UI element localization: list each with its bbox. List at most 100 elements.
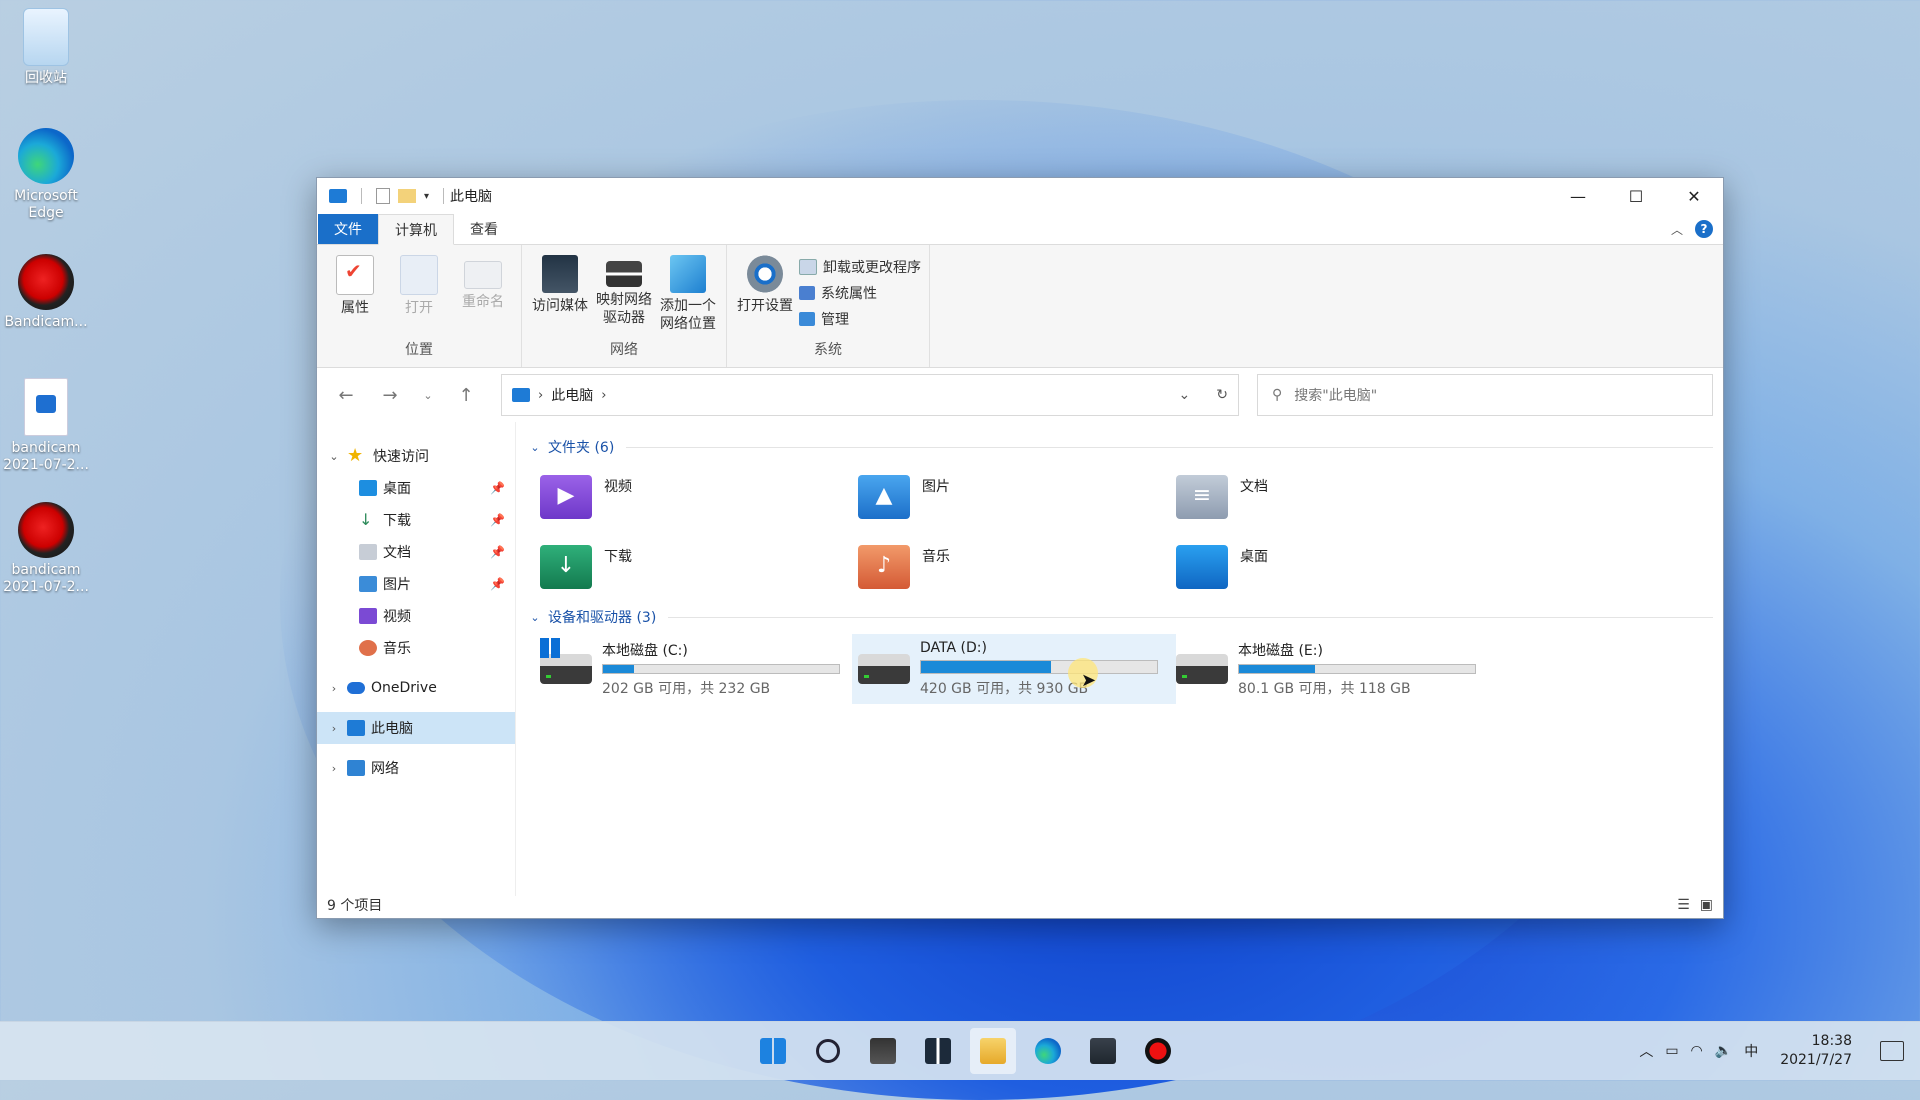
collapse-ribbon-icon[interactable]: ︿	[1671, 221, 1683, 238]
large-icons-view-icon[interactable]: ▣	[1700, 897, 1713, 913]
title-bar[interactable]: ▾ 此电脑 — ☐ ✕	[317, 178, 1723, 214]
task-view-button[interactable]	[860, 1028, 906, 1074]
expanded-chevron-icon[interactable]: ⌄	[327, 450, 341, 463]
collapsed-chevron-icon[interactable]: ›	[327, 722, 341, 735]
folder-videos[interactable]: ▶ 视频	[540, 462, 858, 532]
start-button[interactable]	[750, 1028, 796, 1074]
widgets-icon	[925, 1038, 951, 1064]
add-network-location-button[interactable]: 添加一个网络位置	[658, 251, 718, 335]
taskbar: ︿ ▭ ◠ 🔈 中 18:38 2021/7/27	[0, 1021, 1920, 1080]
minimize-button[interactable]: —	[1549, 178, 1607, 214]
uninstall-program-button[interactable]: 卸载或更改程序	[799, 257, 921, 277]
up-button[interactable]: ↑	[447, 378, 485, 412]
download-icon: ↓	[359, 510, 373, 529]
open-settings-button[interactable]: 打开设置	[735, 251, 795, 335]
nav-desktop[interactable]: 桌面 📌	[317, 472, 515, 504]
volume-icon[interactable]: 🔈	[1715, 1043, 1732, 1059]
bandicam-icon	[18, 254, 74, 310]
battery-icon[interactable]: ▭	[1665, 1043, 1678, 1059]
edge-taskbar-button[interactable]	[1025, 1028, 1071, 1074]
nav-videos[interactable]: 视频	[317, 600, 515, 632]
file-explorer-taskbar-button[interactable]	[970, 1028, 1016, 1074]
wifi-icon[interactable]: ◠	[1691, 1043, 1703, 1059]
recent-locations-button[interactable]: ⌄	[415, 378, 441, 412]
nav-label: 网络	[371, 761, 399, 777]
properties-button[interactable]: 属性	[325, 251, 385, 335]
nav-pictures[interactable]: 图片 📌	[317, 568, 515, 600]
drive-free-space: 420 GB 可用，共 930 GB	[920, 681, 1089, 697]
desktop-icon-bandicam-file-1[interactable]: bandicam 2021-07-2...	[0, 378, 92, 474]
drives-section-header[interactable]: ⌄ 设备和驱动器 (3)	[528, 606, 1713, 628]
tab-view[interactable]: 查看	[454, 214, 514, 244]
open-button[interactable]: 打开	[389, 251, 449, 335]
nav-network[interactable]: › 网络	[317, 752, 515, 784]
drive-e[interactable]: 本地磁盘 (E:) 80.1 GB 可用，共 118 GB	[1176, 634, 1494, 704]
show-hidden-icons-icon[interactable]: ︿	[1639, 1041, 1653, 1061]
folder-pictures[interactable]: ▲ 图片	[858, 462, 1176, 532]
record-icon	[1145, 1038, 1171, 1064]
map-network-drive-button[interactable]: 映射网络驱动器	[594, 251, 654, 335]
details-view-icon[interactable]: ☰	[1677, 897, 1690, 913]
search-box[interactable]: ⚲ 搜索"此电脑"	[1257, 374, 1713, 416]
collapsed-chevron-icon[interactable]: ›	[327, 762, 341, 775]
manage-button[interactable]: 管理	[799, 309, 921, 329]
address-history-dropdown-icon[interactable]: ⌄	[1179, 387, 1191, 403]
drive-c[interactable]: 本地磁盘 (C:) 202 GB 可用，共 232 GB	[540, 634, 858, 704]
forward-button[interactable]: →	[371, 378, 409, 412]
rename-button[interactable]: 重命名	[453, 251, 513, 335]
address-bar[interactable]: › 此电脑 › ⌄ ↻	[501, 374, 1239, 416]
title-divider	[361, 188, 362, 204]
tab-computer[interactable]: 计算机	[378, 214, 454, 245]
system-properties-button[interactable]: 系统属性	[799, 283, 921, 303]
bandicam-taskbar-button[interactable]	[1135, 1028, 1181, 1074]
nav-this-pc[interactable]: › 此电脑	[317, 712, 515, 744]
tab-file[interactable]: 文件	[318, 214, 378, 244]
nav-music[interactable]: 音乐	[317, 632, 515, 664]
close-button[interactable]: ✕	[1665, 178, 1723, 214]
folder-desktop[interactable]: 桌面	[1176, 532, 1494, 602]
desktop-icon-recycle-bin[interactable]: 回收站	[0, 8, 92, 87]
folder-downloads[interactable]: ↓ 下载	[540, 532, 858, 602]
refresh-icon[interactable]: ↻	[1216, 387, 1228, 403]
widgets-button[interactable]	[915, 1028, 961, 1074]
desktop-icon-label: Microsoft Edge	[14, 188, 78, 221]
properties-quick-icon[interactable]	[376, 188, 390, 204]
folders-section-header[interactable]: ⌄ 文件夹 (6)	[528, 436, 1713, 458]
nav-documents[interactable]: 文档 📌	[317, 536, 515, 568]
nav-downloads[interactable]: ↓ 下载 📌	[317, 504, 515, 536]
windows-logo-icon	[540, 638, 560, 658]
folder-music[interactable]: ♪ 音乐	[858, 532, 1176, 602]
desktop-icon-bandicam[interactable]: Bandicam...	[0, 254, 92, 331]
collapsed-chevron-icon[interactable]: ›	[327, 682, 341, 695]
nav-quick-access[interactable]: ⌄ ★ 快速访问	[317, 440, 515, 472]
drive-usage-fill	[921, 661, 1051, 673]
drive-d[interactable]: DATA (D:) 420 GB 可用，共 930 GB	[852, 634, 1176, 704]
star-icon: ★	[347, 445, 364, 466]
quick-access-toolbar-dropdown-icon[interactable]: ▾	[424, 191, 429, 202]
pin-icon: 📌	[490, 545, 505, 559]
edge-icon	[1035, 1038, 1061, 1064]
notification-center-icon[interactable]	[1880, 1041, 1904, 1061]
expanded-chevron-icon: ⌄	[530, 440, 540, 454]
new-folder-quick-icon[interactable]	[398, 189, 416, 203]
group-label: 网络	[610, 342, 638, 358]
desktop-icon-bandicam-file-2[interactable]: bandicam 2021-07-2...	[0, 502, 92, 596]
back-button[interactable]: ←	[327, 378, 365, 412]
maximize-button[interactable]: ☐	[1607, 178, 1665, 214]
breadcrumb-chevron-icon[interactable]: ›	[601, 388, 606, 403]
store-taskbar-button[interactable]	[1080, 1028, 1126, 1074]
button-label: 访问媒体	[532, 298, 588, 314]
input-method-indicator[interactable]: 中	[1744, 1041, 1758, 1061]
drive-icon	[858, 654, 910, 684]
access-media-button[interactable]: 访问媒体	[530, 251, 590, 335]
help-icon[interactable]: ?	[1695, 220, 1713, 238]
nav-onedrive[interactable]: › OneDrive	[317, 672, 515, 704]
drive-usage-fill	[603, 665, 634, 673]
breadcrumb-chevron-icon[interactable]: ›	[538, 388, 543, 403]
clock[interactable]: 18:38 2021/7/27	[1780, 1032, 1852, 1070]
desktop-icon-edge[interactable]: Microsoft Edge	[0, 128, 92, 222]
manage-icon	[799, 312, 815, 326]
breadcrumb-this-pc[interactable]: 此电脑	[551, 385, 593, 405]
search-button[interactable]	[805, 1028, 851, 1074]
folder-documents[interactable]: ≡ 文档	[1176, 462, 1494, 532]
